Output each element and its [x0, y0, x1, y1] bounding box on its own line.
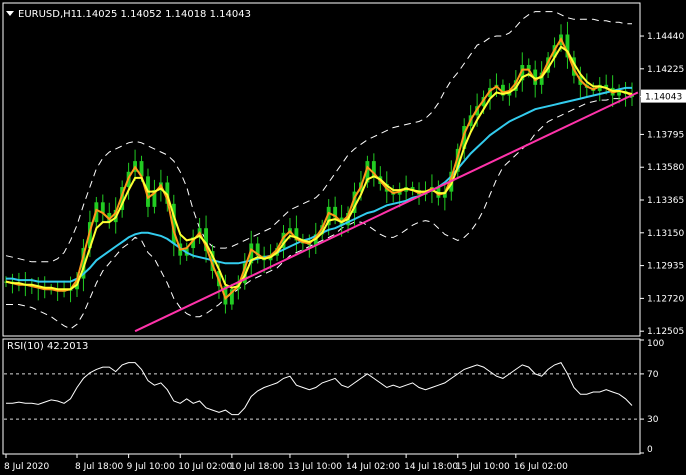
time-tick-label: 8 Jul 18:00: [75, 462, 124, 472]
price-tick-label: 1.14440: [647, 32, 684, 42]
rsi-tick-label: 100: [647, 339, 664, 349]
chart-background: [0, 0, 686, 475]
rsi-tick-label: 30: [647, 415, 659, 425]
price-tick-label: 1.14225: [647, 65, 684, 75]
rsi-tick-label: 70: [647, 370, 659, 380]
price-tick-label: 1.12935: [647, 262, 684, 272]
price-tick-label: 1.13580: [647, 163, 684, 173]
rsi-tick-label: 0: [647, 445, 653, 455]
price-tick-label: 1.13795: [647, 130, 684, 140]
symbol-label: EURUSD,H1: [18, 9, 77, 20]
time-tick-label: 15 Jul 10:00: [456, 462, 510, 472]
price-tick-label: 1.12720: [647, 294, 684, 304]
time-tick-label: 16 Jul 02:00: [514, 462, 568, 472]
price-tick-label: 1.12505: [647, 327, 684, 337]
time-tick-label: 14 Jul 18:00: [404, 462, 458, 472]
time-tick-label: 13 Jul 10:00: [288, 462, 342, 472]
price-tick-label: 1.13150: [647, 229, 684, 239]
time-tick-label: 8 Jul 2020: [4, 462, 49, 472]
rsi-label: RSI(10) 42.2013: [7, 341, 88, 352]
time-tick-label: 9 Jul 10:00: [127, 462, 176, 472]
ohlc-label: 1.14025 1.14052 1.14018 1.14043: [76, 9, 251, 20]
price-tick-label: 1.13365: [647, 196, 684, 206]
current-price-tag: 1.14043: [641, 89, 686, 103]
trading-chart[interactable]: EURUSD,H1 1.14025 1.14052 1.14018 1.1404…: [0, 0, 686, 475]
time-tick-label: 10 Jul 18:00: [230, 462, 284, 472]
time-tick-label: 10 Jul 02:00: [178, 462, 232, 472]
time-tick-label: 14 Jul 02:00: [346, 462, 400, 472]
price-tag-text: 1.14043: [645, 93, 682, 103]
